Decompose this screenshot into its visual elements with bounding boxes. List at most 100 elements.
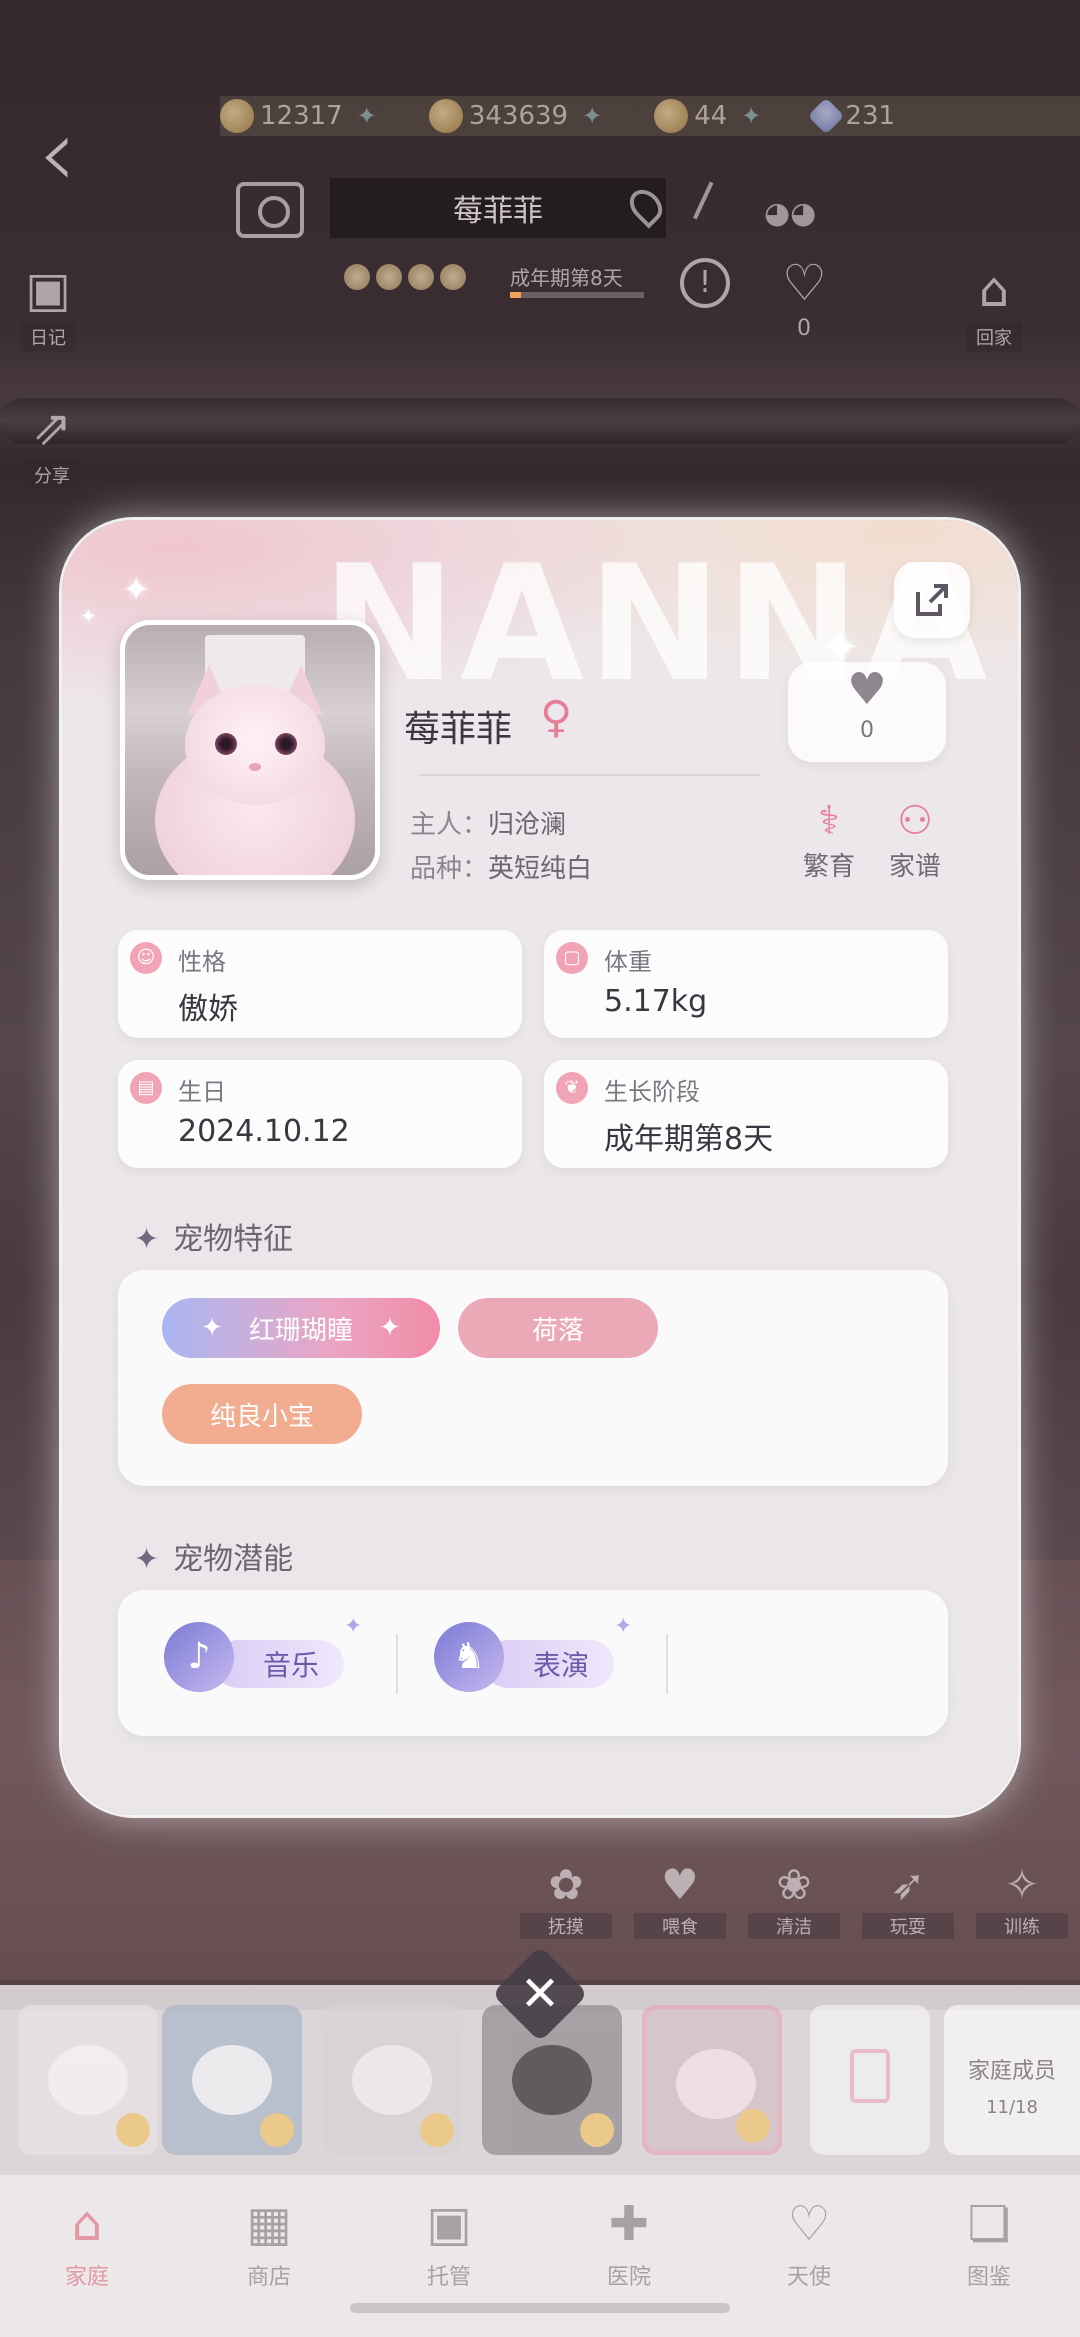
badge-icon bbox=[260, 2113, 294, 2147]
add-icon[interactable]: ✦ bbox=[582, 102, 602, 130]
shop-icon: ▦ bbox=[246, 2196, 292, 2252]
camera-icon[interactable] bbox=[236, 182, 304, 238]
nav-home[interactable]: ⌂ 家庭 bbox=[32, 2195, 142, 2291]
nav-collection[interactable]: ❏ 图鉴 bbox=[934, 2195, 1044, 2291]
trait-tag-rare[interactable]: ✦ 红珊瑚瞳 ✦ bbox=[162, 1298, 440, 1358]
add-icon[interactable]: ✦ bbox=[357, 102, 377, 130]
hud-heart-count: 0 bbox=[797, 316, 811, 341]
briefcase-icon: ▣ bbox=[426, 2196, 472, 2252]
nav-angel[interactable]: ♡ 天使 bbox=[754, 2195, 864, 2291]
talent-performance[interactable]: 表演 ♞ ✦ bbox=[434, 1614, 632, 1704]
female-gender-icon: ♀ bbox=[540, 692, 573, 743]
breed-button[interactable]: ⚕ 繁育 bbox=[784, 796, 874, 883]
pet-thumbnail[interactable] bbox=[162, 2005, 302, 2155]
action-pet[interactable]: ✿ 抚摸 bbox=[520, 1860, 612, 1939]
traits-panel: ✦ 红珊瑚瞳 ✦ 荷落 纯良小宝 bbox=[118, 1270, 948, 1486]
add-pet-slot[interactable] bbox=[810, 2005, 930, 2155]
music-note-icon: ♪ bbox=[164, 1622, 234, 1692]
home-label: 回家 bbox=[966, 322, 1022, 352]
back-arrow-icon[interactable]: ‹ bbox=[38, 105, 98, 201]
home-side-button[interactable]: ⌂ 回家 bbox=[966, 262, 1022, 352]
pet-face bbox=[192, 2045, 272, 2115]
close-button[interactable]: ✕ bbox=[491, 1945, 589, 2043]
trait-tag[interactable]: 荷落 bbox=[458, 1298, 658, 1358]
badge-icon bbox=[116, 2113, 150, 2147]
trait-tag[interactable]: 纯良小宝 bbox=[162, 1384, 362, 1444]
pet-thumbnail[interactable] bbox=[18, 2005, 158, 2155]
pet-avatar[interactable] bbox=[120, 620, 380, 880]
talents-title-text: 宠物潜能 bbox=[173, 1542, 294, 1577]
stat-value: 傲娇 bbox=[178, 992, 238, 1027]
action-clean[interactable]: ❀ 清洁 bbox=[748, 1860, 840, 1939]
nav-shop[interactable]: ▦ 商店 bbox=[214, 2195, 324, 2291]
action-label: 训练 bbox=[976, 1913, 1068, 1939]
add-pet-icon bbox=[850, 2049, 890, 2103]
like-button[interactable]: ♥ 0 bbox=[788, 662, 946, 762]
nav-label: 商店 bbox=[246, 2265, 291, 2290]
flower-icon: ❀ bbox=[776, 1860, 812, 1909]
currency-diamond[interactable]: 231 bbox=[808, 97, 896, 135]
heart-icon[interactable]: ♡ bbox=[782, 254, 827, 312]
wand-icon: ✧ bbox=[1004, 1860, 1040, 1909]
stat-key: 性格 bbox=[178, 948, 226, 976]
stat-value: 成年期第8天 bbox=[604, 1122, 774, 1157]
pet-face bbox=[352, 2045, 432, 2115]
talent-label: 表演 bbox=[484, 1640, 614, 1688]
stat-value: 2024.10.12 bbox=[178, 1114, 350, 1149]
talent-music[interactable]: 音乐 ♪ ✦ bbox=[164, 1614, 362, 1704]
paw-icon: ✿ bbox=[548, 1860, 584, 1909]
trait-label: 荷落 bbox=[531, 1315, 584, 1346]
hospital-icon: ✚ bbox=[608, 2196, 650, 2252]
action-train[interactable]: ✧ 训练 bbox=[976, 1860, 1068, 1939]
diary-icon: ▣ bbox=[25, 262, 71, 318]
add-icon[interactable]: ✦ bbox=[741, 102, 761, 130]
nav-label: 图鉴 bbox=[966, 2265, 1011, 2290]
family-members-button[interactable]: 家庭成员 11/18 bbox=[944, 2005, 1080, 2155]
diary-button[interactable]: ▣ 日记 bbox=[20, 262, 76, 352]
action-label: 玩耍 bbox=[862, 1913, 954, 1939]
nav-boarding[interactable]: ▣ 托管 bbox=[394, 2195, 504, 2291]
hud-stage-progress bbox=[510, 292, 644, 298]
family-tree-button[interactable]: ⚇ 家谱 bbox=[870, 796, 960, 883]
cat-eye bbox=[275, 733, 297, 755]
nav-label: 家庭 bbox=[64, 2265, 109, 2290]
star-icon bbox=[376, 264, 402, 290]
currency-value: 231 bbox=[845, 101, 896, 131]
talents-panel: 音乐 ♪ ✦ 表演 ♞ ✦ bbox=[118, 1590, 948, 1736]
mood-icon[interactable]: ◕◕ bbox=[764, 196, 816, 231]
breed-key: 品种： bbox=[410, 854, 489, 884]
family-tree-icon: ⚇ bbox=[897, 798, 933, 844]
action-feed[interactable]: ♥ 喂食 bbox=[634, 1860, 726, 1939]
talent-label: 音乐 bbox=[214, 1640, 344, 1688]
book-icon: ❏ bbox=[967, 2196, 1011, 2252]
sparkle-icon: ✦ bbox=[80, 604, 97, 628]
currency-coin[interactable]: 343639 ✦ bbox=[428, 99, 602, 133]
info-icon[interactable]: ! bbox=[680, 258, 730, 308]
share-side-button[interactable]: ⇗ 分享 bbox=[24, 400, 80, 490]
owner-row: 主人：归沧澜 bbox=[410, 804, 566, 841]
action-label: 喂食 bbox=[634, 1913, 726, 1939]
family-tree-label: 家谱 bbox=[888, 852, 941, 882]
action-play[interactable]: ➶ 玩耍 bbox=[862, 1860, 954, 1939]
currency-acorn[interactable]: 12317 ✦ bbox=[220, 99, 377, 133]
pet-profile-card: NANNA ✦ ✦ ✦ 莓菲菲 ♀ ♥ 0 主人：归沧澜 品种：英短纯白 ⚕ 繁… bbox=[62, 520, 1018, 1815]
home-indicator[interactable] bbox=[350, 2303, 730, 2313]
share-button[interactable] bbox=[894, 562, 970, 638]
fish-icon bbox=[654, 99, 689, 133]
hud-stage-text: 成年期第8天 bbox=[510, 266, 623, 290]
dna-icon: ⚕ bbox=[818, 798, 840, 844]
sparkle-icon: ✦ bbox=[134, 1222, 160, 1257]
star-rating bbox=[344, 264, 466, 290]
currency-fish[interactable]: 44 ✦ bbox=[654, 99, 761, 133]
pet-thumbnail[interactable] bbox=[322, 2005, 462, 2155]
diamond-icon bbox=[808, 97, 845, 135]
star-icon bbox=[440, 264, 466, 290]
angel-icon: ♡ bbox=[787, 2196, 831, 2252]
stat-key: 体重 bbox=[604, 948, 652, 976]
heart-icon: ♥ bbox=[847, 664, 887, 715]
pet-thumbnail-selected[interactable] bbox=[642, 2005, 782, 2155]
cat-eye bbox=[215, 733, 237, 755]
like-count: 0 bbox=[860, 718, 874, 743]
nav-hospital[interactable]: ✚ 医院 bbox=[574, 2195, 684, 2291]
family-label: 家庭成员 bbox=[967, 2059, 1056, 2084]
